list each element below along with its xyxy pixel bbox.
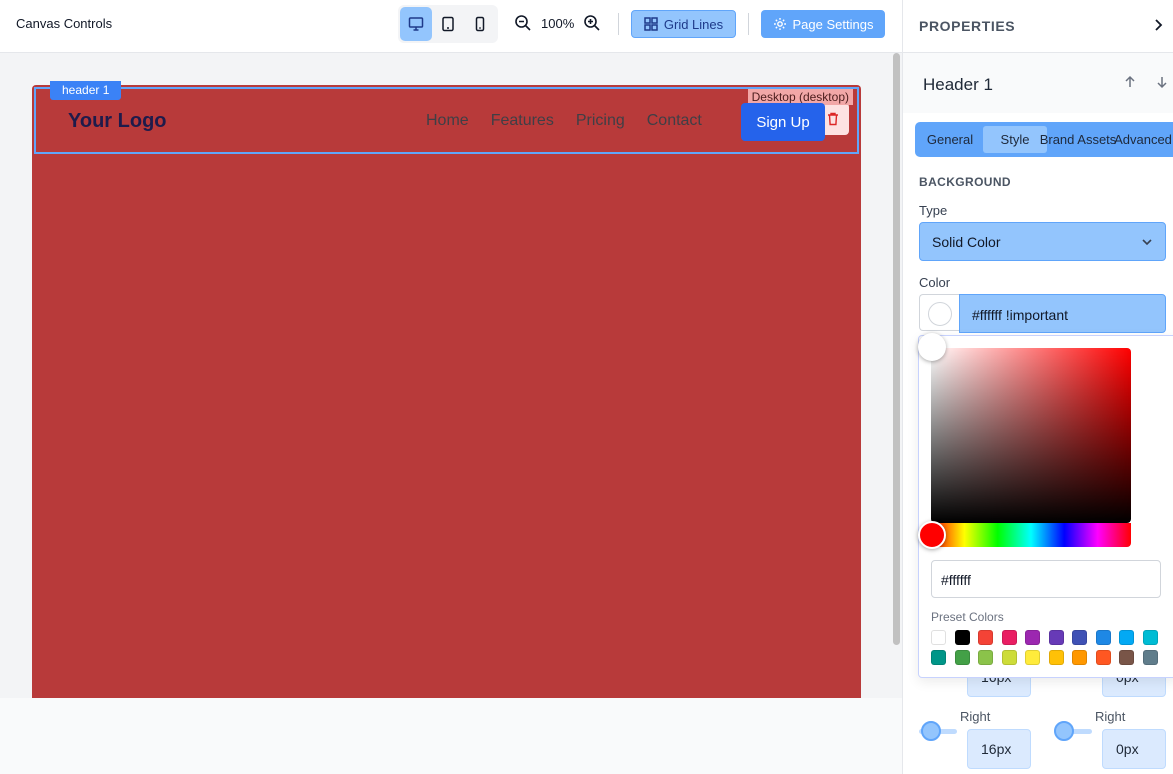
preset-color-swatch[interactable] <box>1001 630 1017 645</box>
component-tag: header 1 <box>50 81 122 100</box>
preset-color-swatch[interactable] <box>1001 650 1017 665</box>
preset-color-swatch[interactable] <box>1119 650 1134 665</box>
preset-color-swatch[interactable] <box>1048 630 1064 645</box>
preset-color-swatch[interactable] <box>931 650 946 665</box>
color-label: Color <box>919 275 951 290</box>
tablet-icon <box>442 16 454 32</box>
arrow-down-icon <box>1157 77 1167 89</box>
color-picker-popover: #ffffff Preset Colors <box>918 333 1173 678</box>
zoom-level: 100% <box>541 16 575 31</box>
property-tabs: General Style Brand Assets Advanced <box>915 122 1173 157</box>
page-preview: header 1 Desktop (desktop) Your Logo Hom… <box>32 81 861 698</box>
nav-link-pricing[interactable]: Pricing <box>576 112 625 130</box>
color-swatch <box>928 302 952 326</box>
hue-slider[interactable] <box>931 523 1131 547</box>
preset-color-swatch[interactable] <box>1095 630 1111 645</box>
type-label: Type <box>919 203 948 218</box>
canvas-scrollbar-thumb[interactable] <box>893 53 900 645</box>
color-value-input[interactable]: #ffffff !important <box>959 294 1166 333</box>
chevron-right-icon <box>1155 19 1163 31</box>
toolbar-title: Canvas Controls <box>16 16 113 31</box>
canvas-area: header 1 Desktop (desktop) Your Logo Hom… <box>0 53 902 698</box>
desktop-icon <box>408 17 424 31</box>
site-logo[interactable]: Your Logo <box>68 110 167 133</box>
hue-slider-handle[interactable] <box>918 521 946 549</box>
background-type-value: Solid Color <box>932 234 1001 250</box>
margin-right-slider-handle[interactable] <box>1054 721 1074 741</box>
padding-right-label: Right <box>960 709 991 724</box>
preset-colors-label: Preset Colors <box>931 610 1004 624</box>
background-section-title: BACKGROUND <box>919 175 1011 189</box>
component-name: Header 1 <box>923 75 993 94</box>
preset-color-swatch[interactable] <box>931 630 946 645</box>
padding-right-slider-handle[interactable] <box>921 721 941 741</box>
padding-right-input[interactable]: 16px <box>967 729 1031 769</box>
margin-right-label: Right <box>1095 709 1126 724</box>
preset-color-swatch[interactable] <box>1142 630 1158 645</box>
saturation-handle[interactable] <box>918 333 946 361</box>
mobile-view-button[interactable] <box>464 7 496 41</box>
grid-icon <box>644 17 658 31</box>
canvas-toolbar: Canvas Controls 100% Grid Lines Page Set… <box>0 0 902 53</box>
saturation-area[interactable] <box>931 348 1131 523</box>
nav-link-home[interactable]: Home <box>426 112 469 130</box>
page-settings-label: Page Settings <box>792 16 874 32</box>
chevron-down-icon <box>1141 235 1153 251</box>
preset-color-swatch[interactable] <box>954 650 970 665</box>
preset-color-swatch[interactable] <box>954 630 970 645</box>
color-swatch-button[interactable] <box>919 294 960 331</box>
trash-icon <box>828 112 838 126</box>
move-up-button[interactable] <box>1123 75 1137 94</box>
hex-input[interactable]: #ffffff <box>931 560 1161 598</box>
zoom-in-button[interactable] <box>583 14 601 32</box>
canvas-footer-area <box>0 698 902 774</box>
preset-color-swatch[interactable] <box>1072 630 1087 645</box>
tablet-view-button[interactable] <box>432 7 464 41</box>
tab-brand-assets[interactable]: Brand Assets <box>1039 122 1117 157</box>
grid-lines-button[interactable]: Grid Lines <box>631 10 736 38</box>
selected-header-component[interactable]: header 1 Desktop (desktop) Your Logo Hom… <box>34 81 859 154</box>
preset-color-swatch[interactable] <box>978 650 993 665</box>
site-nav: Home Features Pricing Contact <box>426 112 702 130</box>
tab-advanced[interactable]: Advanced <box>1111 122 1173 157</box>
toolbar-divider <box>618 13 619 35</box>
panel-title: PROPERTIES <box>919 18 1016 34</box>
zoom-out-icon <box>515 15 531 31</box>
margin-right-input[interactable]: 0px <box>1102 729 1166 769</box>
preset-color-swatch[interactable] <box>1072 650 1087 665</box>
preset-color-swatch[interactable] <box>1142 650 1158 665</box>
tab-style[interactable]: Style <box>983 126 1047 153</box>
move-down-button[interactable] <box>1155 75 1169 94</box>
gear-icon <box>773 18 786 30</box>
zoom-out-button[interactable] <box>514 14 532 32</box>
background-type-select[interactable]: Solid Color <box>919 222 1166 261</box>
preset-color-swatch[interactable] <box>1025 650 1040 665</box>
tab-general[interactable]: General <box>915 122 985 157</box>
grid-lines-label: Grid Lines <box>663 16 724 32</box>
nav-link-contact[interactable]: Contact <box>647 112 702 130</box>
page-settings-button[interactable]: Page Settings <box>761 10 885 38</box>
signup-button[interactable]: Sign Up <box>741 103 825 141</box>
toolbar-divider <box>748 13 749 35</box>
device-switcher <box>398 5 498 43</box>
preset-color-swatch[interactable] <box>1095 650 1111 665</box>
collapse-panel-button[interactable] <box>1153 18 1163 37</box>
preset-color-swatch[interactable] <box>1025 630 1040 645</box>
zoom-in-icon <box>584 15 600 31</box>
preset-color-swatch[interactable] <box>1119 630 1134 645</box>
panel-header: PROPERTIES <box>903 0 1173 53</box>
nav-link-features[interactable]: Features <box>491 112 554 130</box>
preset-color-swatch[interactable] <box>978 630 993 645</box>
arrow-up-icon <box>1125 75 1135 87</box>
component-row: Header 1 <box>903 53 1173 113</box>
desktop-view-button[interactable] <box>400 7 432 41</box>
preset-color-swatch[interactable] <box>1048 650 1064 665</box>
mobile-icon <box>475 16 485 32</box>
